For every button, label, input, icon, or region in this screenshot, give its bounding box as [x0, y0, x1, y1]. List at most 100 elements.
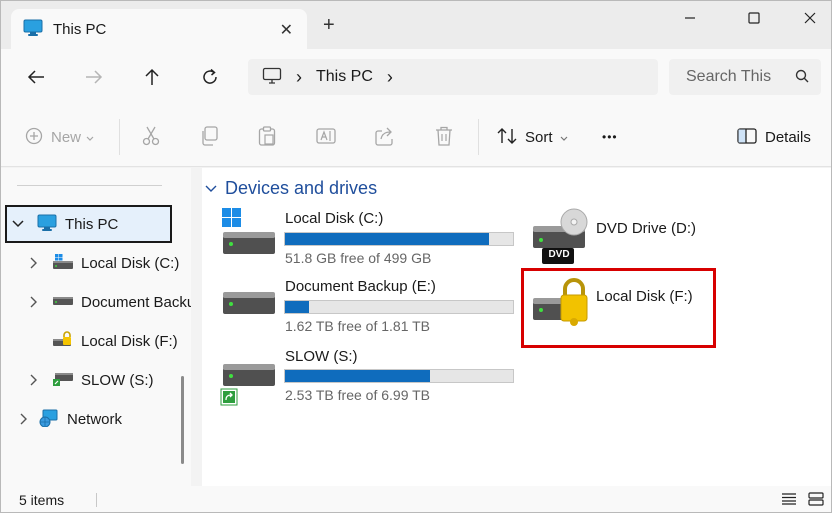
delete-button[interactable]: [435, 125, 453, 149]
drive-icon: [53, 294, 73, 310]
sidebar-item-this-pc[interactable]: This PC: [11, 205, 118, 243]
drive-tile-local-disk-f[interactable]: Local Disk (F:): [532, 276, 712, 336]
search-icon: [795, 69, 809, 88]
chevron-right-icon[interactable]: [27, 296, 41, 308]
network-icon: [39, 409, 59, 430]
drive-usage-bar: [284, 232, 514, 246]
sidebar-item-label: SLOW (S:): [81, 371, 154, 389]
drive-tile-document-backup-e[interactable]: Document Backup (E:) 1.62 TB free of 1.8…: [202, 278, 517, 338]
details-button[interactable]: Details: [737, 125, 811, 149]
details-pane-icon: [737, 127, 757, 147]
drive-tile-slow-s[interactable]: SLOW (S:) 2.53 TB free of 6.99 TB: [202, 348, 517, 408]
sidebar-item-label: Local Disk (C:): [81, 254, 180, 272]
windows-drive-icon: [53, 253, 73, 273]
minimize-icon: [684, 11, 696, 27]
trash-icon: [435, 126, 453, 149]
sidebar-item-local-disk-f[interactable]: Local Disk (F:): [27, 322, 178, 360]
more-options-button[interactable]: •••: [602, 125, 618, 149]
dvd-badge: DVD: [548, 249, 570, 260]
drive-usage-bar: [284, 369, 514, 383]
drive-usage-bar: [284, 300, 514, 314]
chevron-right-icon[interactable]: [27, 257, 41, 269]
back-button[interactable]: [21, 63, 51, 93]
sidebar-item-label: Local Disk (F:): [81, 332, 178, 350]
monitor-icon: [37, 214, 57, 235]
drive-usage-fill: [285, 233, 490, 245]
status-separator: [96, 493, 97, 507]
share-icon: [375, 126, 395, 149]
separator: [478, 119, 479, 155]
monitor-outline-icon: [262, 67, 282, 88]
refresh-icon: [201, 68, 219, 89]
tab-this-pc[interactable]: This PC ✕: [11, 9, 307, 49]
new-label: New: [51, 128, 82, 146]
cut-button[interactable]: [142, 125, 160, 149]
close-icon: [804, 11, 816, 27]
tiles-view-button[interactable]: [807, 491, 825, 508]
maximize-button[interactable]: [731, 9, 777, 29]
chevron-right-icon[interactable]: [17, 413, 31, 425]
chevron-down-icon[interactable]: [11, 220, 25, 228]
sidebar-item-network[interactable]: Network: [17, 400, 122, 438]
search-box[interactable]: Search This: [669, 59, 821, 95]
arrow-right-icon: [85, 69, 103, 88]
close-window-button[interactable]: [787, 9, 831, 29]
list-view-icon: [781, 492, 797, 508]
scissors-icon: [142, 126, 160, 149]
chevron-down-icon: [560, 129, 568, 145]
drive-usage-fill: [285, 301, 309, 313]
sidebar-item-label: Document Backup (E:): [81, 293, 191, 311]
sort-button[interactable]: Sort: [497, 125, 568, 149]
drive-tile-dvd-drive-d[interactable]: DVD DVD Drive (D:): [532, 208, 722, 268]
maximize-icon: [748, 11, 760, 27]
address-location[interactable]: This PC: [316, 68, 373, 86]
command-bar: New Sort ••• Details: [1, 107, 831, 167]
tab-close-icon[interactable]: ✕: [280, 20, 293, 40]
drive-name: Local Disk (C:): [285, 210, 384, 227]
search-placeholder: Search This: [686, 68, 772, 85]
details-view-button[interactable]: [780, 492, 798, 508]
sort-label: Sort: [525, 128, 553, 146]
drive-free-space: 2.53 TB free of 6.99 TB: [285, 387, 431, 403]
drive-tile-local-disk-c[interactable]: Local Disk (C:) 51.8 GB free of 499 GB: [202, 208, 517, 268]
drive-free-space: 1.62 TB free of 1.81 TB: [285, 318, 431, 334]
address-separator[interactable]: ›: [296, 67, 302, 88]
drive-name: DVD Drive (D:): [596, 220, 696, 237]
monitor-icon: [23, 19, 43, 40]
drive-name: Document Backup (E:): [285, 278, 436, 295]
arrow-left-icon: [27, 69, 45, 88]
tab-title: This PC: [53, 20, 107, 38]
sidebar-divider: [17, 185, 162, 186]
address-bar[interactable]: › This PC ›: [248, 59, 658, 95]
navigation-bar: › This PC › Search This: [1, 49, 831, 107]
item-count: 5 items: [19, 492, 65, 508]
chevron-right-icon[interactable]: [27, 374, 41, 386]
title-bar: This PC ✕ +: [1, 1, 831, 49]
sort-icon: [497, 127, 517, 148]
forward-button[interactable]: [79, 63, 109, 93]
sidebar-item-local-disk-c[interactable]: Local Disk (C:): [27, 244, 179, 282]
file-explorer-window: This PC ✕ + › This PC › Search This New …: [0, 0, 832, 513]
details-label: Details: [765, 128, 811, 146]
sidebar-item-label: Network: [67, 410, 123, 428]
sidebar-item-document-backup-e[interactable]: Document Backup (E:): [27, 283, 191, 321]
sidebar-scrollbar[interactable]: [181, 376, 184, 464]
sidebar-item-slow-s[interactable]: SLOW (S:): [27, 361, 154, 399]
refresh-button[interactable]: [195, 63, 225, 93]
new-tab-button[interactable]: +: [323, 15, 335, 35]
up-button[interactable]: [137, 63, 167, 93]
address-separator-end[interactable]: ›: [387, 67, 393, 88]
windows-drive-icon: [222, 208, 276, 259]
separator: [119, 119, 120, 155]
new-button[interactable]: New: [25, 125, 94, 149]
drive-free-space: 51.8 GB free of 499 GB: [285, 250, 432, 266]
drive-icon: [222, 286, 276, 323]
rename-button[interactable]: [316, 125, 336, 149]
group-header-devices-and-drives[interactable]: Devices and drives: [205, 178, 377, 199]
paste-button[interactable]: [258, 125, 276, 149]
locked-drive-icon: [53, 330, 73, 352]
copy-button[interactable]: [200, 125, 218, 149]
minimize-button[interactable]: [667, 9, 713, 29]
content-pane: Devices and drives Local Disk (C:) 51.8 …: [202, 168, 831, 486]
share-button[interactable]: [375, 125, 395, 149]
